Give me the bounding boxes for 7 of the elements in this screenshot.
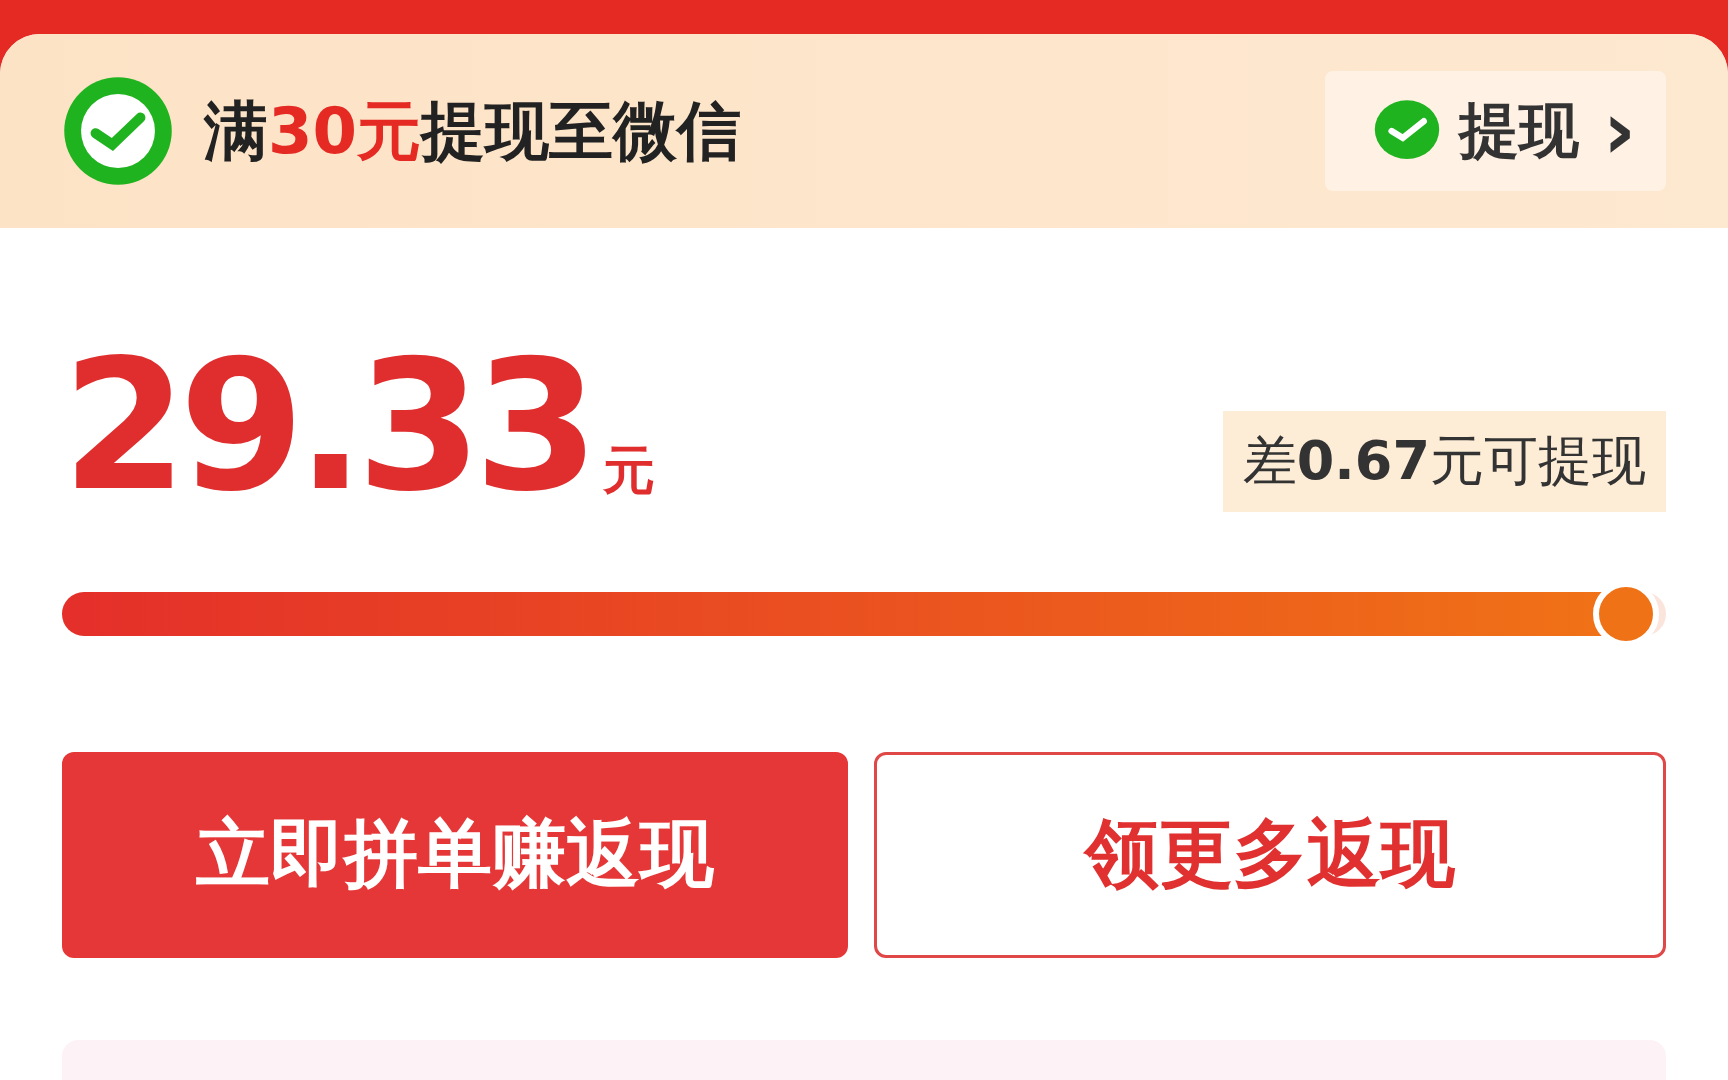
action-button[interactable]: 立即拼单赚返现 <box>62 752 848 958</box>
withdraw-condition: 满30元提现至微信 <box>204 92 742 170</box>
action-button[interactable]: 领更多返现 <box>874 752 1666 958</box>
withdraw-button[interactable]: 提现 › <box>1325 71 1666 191</box>
chat-check-icon <box>62 75 174 187</box>
remaining-badge: 差0.67元可提现 <box>1222 411 1666 512</box>
balance-amount: 29.33 元 <box>62 336 656 516</box>
